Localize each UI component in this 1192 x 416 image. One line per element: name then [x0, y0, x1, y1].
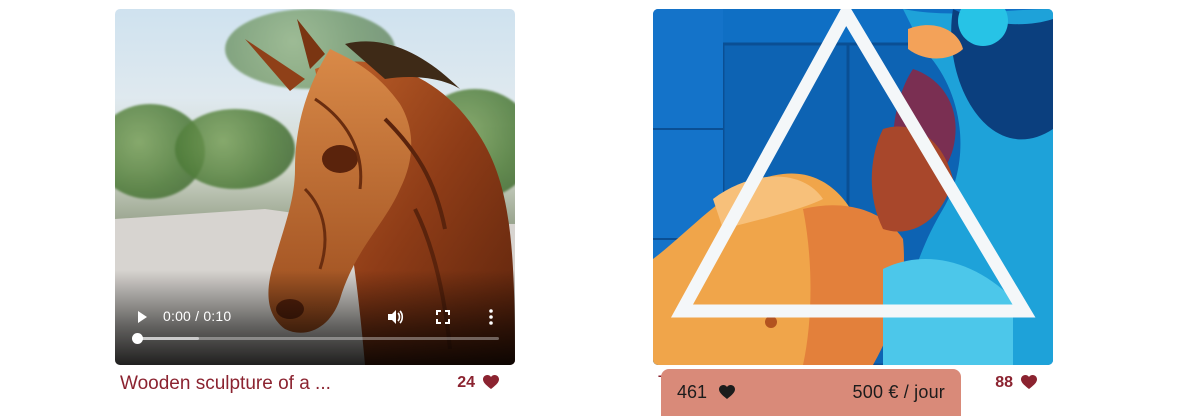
fullscreen-icon: [436, 310, 450, 324]
hover-like-counter[interactable]: 461: [677, 382, 736, 403]
like-counter[interactable]: 88: [995, 374, 1037, 392]
video-player[interactable]: 0:00 / 0:10: [115, 9, 515, 365]
hover-like-count: 461: [677, 382, 708, 402]
rental-price: 500 € / jour: [852, 382, 945, 402]
video-progress-thumb[interactable]: [132, 333, 143, 344]
mural-image: [653, 9, 1053, 365]
play-icon: [138, 311, 147, 323]
artwork-card-mural[interactable]: T 88: [653, 9, 1053, 407]
video-buffered-fill: [137, 337, 199, 340]
artwork-image[interactable]: [653, 9, 1053, 365]
heart-icon[interactable]: [719, 384, 736, 401]
card-caption: Wooden sculpture of a ... 24: [115, 365, 515, 407]
more-options-button[interactable]: [481, 307, 501, 327]
artwork-card-horse[interactable]: 0:00 / 0:10 Wooden sculpture of a ... 24: [115, 9, 515, 407]
like-count: 88: [995, 374, 1013, 391]
play-button[interactable]: [132, 307, 152, 327]
artwork-hover-panel[interactable]: 461 500 € / jour: [661, 369, 961, 416]
volume-icon: [388, 310, 404, 324]
like-count: 24: [457, 374, 475, 391]
fullscreen-button[interactable]: [433, 307, 453, 327]
volume-button[interactable]: [385, 307, 405, 327]
video-controls: 0:00 / 0:10: [115, 305, 515, 365]
video-time: 0:00 / 0:10: [163, 308, 232, 324]
heart-icon[interactable]: [1021, 375, 1037, 391]
like-counter[interactable]: 24: [457, 374, 499, 392]
video-progress-bar[interactable]: [132, 333, 499, 344]
gallery-page: 0:00 / 0:10 Wooden sculpture of a ... 24…: [0, 0, 1192, 416]
more-options-icon: [489, 309, 493, 325]
heart-icon[interactable]: [483, 375, 499, 391]
artwork-title[interactable]: Wooden sculpture of a ...: [120, 373, 331, 395]
